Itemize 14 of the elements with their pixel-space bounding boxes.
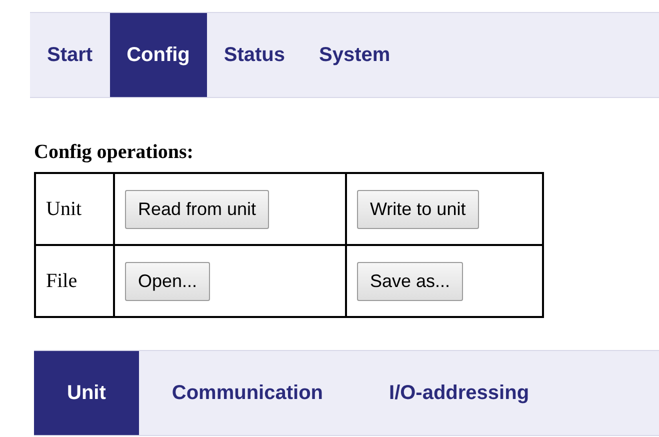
operation-button[interactable]: Write to unit <box>357 190 479 228</box>
tab[interactable]: Communication <box>138 351 356 435</box>
table-cell: File <box>35 245 114 317</box>
tab[interactable]: Unit <box>34 351 139 435</box>
tab[interactable]: System <box>302 13 408 97</box>
operation-button[interactable]: Save as... <box>357 262 464 300</box>
table-cell: Unit <box>35 173 114 245</box>
section-title: Config operations: <box>34 140 194 164</box>
tab[interactable]: Config <box>110 13 207 97</box>
operation-button[interactable]: Read from unit <box>125 190 270 228</box>
operation-button[interactable]: Open... <box>125 262 210 300</box>
tab[interactable]: I/O-addressing <box>356 351 562 435</box>
tab[interactable]: Status <box>206 13 302 97</box>
tab[interactable]: Start <box>30 13 110 97</box>
